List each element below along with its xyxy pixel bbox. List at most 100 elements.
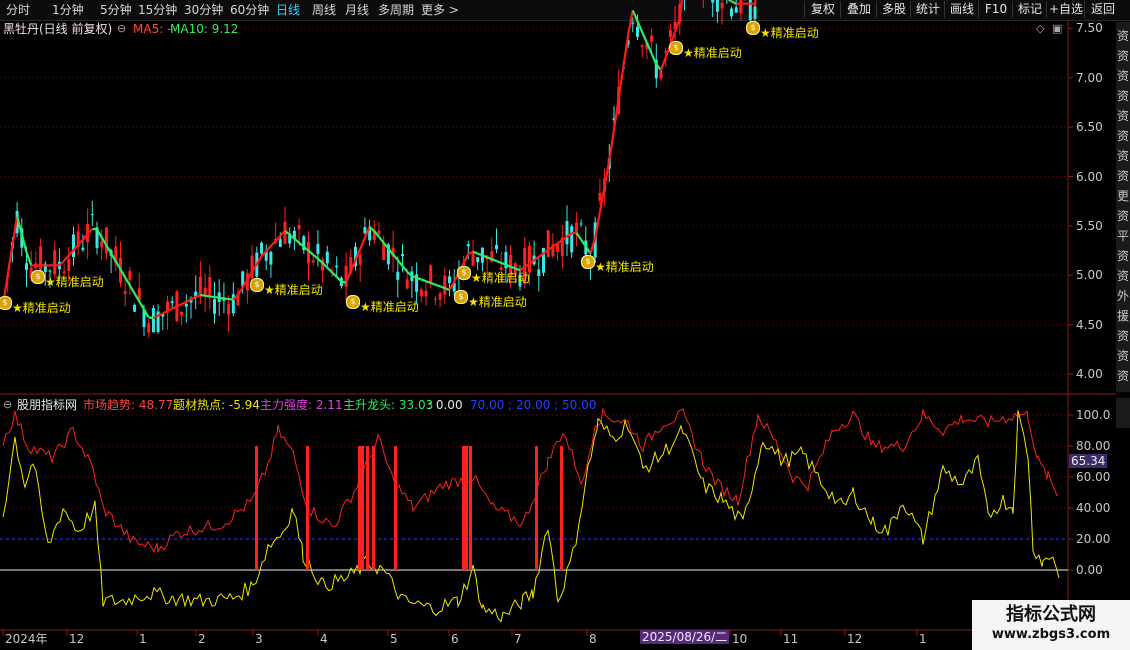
candle-body	[147, 323, 151, 333]
candle-body	[358, 254, 362, 265]
candle-body	[448, 276, 451, 284]
ma10-segment	[378, 236, 385, 244]
strength-bar	[465, 446, 468, 570]
candle-body	[62, 271, 66, 274]
theme-hot-line	[2, 410, 1060, 623]
ma10-segment	[237, 286, 244, 296]
ma10-segment	[6, 245, 14, 276]
strength-bar	[469, 446, 472, 570]
candle-body	[720, 2, 724, 9]
ma10-segment	[608, 129, 616, 161]
ma10-segment	[270, 240, 277, 247]
strength-bar	[394, 446, 397, 570]
indicator-trend-label: 市场趋势: 48.77	[83, 398, 174, 412]
signal-label: ★精准启动	[595, 260, 654, 275]
signal-label: ★精准启动	[683, 46, 742, 61]
candle-body	[429, 265, 433, 282]
candle-body	[311, 260, 315, 263]
signal-label: ★精准启动	[45, 275, 104, 290]
candle-body	[25, 263, 28, 270]
candle-body	[537, 269, 541, 277]
candle-body	[730, 8, 733, 17]
window-icon[interactable]: ▣	[1052, 22, 1062, 36]
candle-body	[419, 289, 423, 297]
candle-body	[715, 0, 719, 12]
candle-body	[570, 226, 574, 253]
kline-chart[interactable]	[0, 0, 1130, 650]
money-bag-icon: $	[454, 289, 468, 304]
strength-bar	[358, 446, 361, 570]
candle-body	[104, 227, 108, 254]
indicator-hot-label: 题材热点: -5.94	[173, 398, 260, 412]
candle-body	[433, 298, 437, 300]
watermark-url: www.zbgs3.com	[991, 627, 1111, 642]
signal-label: ★精准启动	[12, 300, 71, 315]
ma10-segment	[420, 278, 427, 283]
candle-body	[401, 253, 404, 257]
indicator-tick-label: 100.0	[1076, 408, 1111, 422]
ma10-segment	[219, 296, 225, 300]
ma10-segment	[631, 10, 639, 22]
stock-title: 黑牡丹(日线 前复权)	[3, 22, 113, 36]
candle-body	[650, 35, 654, 42]
candle-body	[151, 307, 155, 333]
ma10-segment	[148, 316, 154, 320]
candle-body	[53, 250, 57, 275]
ma10-segment	[641, 31, 648, 44]
strength-bar	[535, 446, 538, 570]
ma10-segment	[401, 265, 409, 273]
ma10-segment	[575, 232, 583, 241]
candle-body	[438, 293, 442, 300]
indicator-tick-label: 80.00	[1076, 439, 1111, 453]
signal-label: ★精准启动	[468, 294, 527, 309]
candle-body	[640, 45, 644, 47]
candle-body	[598, 193, 602, 201]
watermark-title: 指标公式网	[1006, 604, 1096, 625]
ma10-segment	[312, 253, 319, 260]
diamond-icon[interactable]: ◇	[1036, 22, 1044, 36]
candle-body	[405, 279, 409, 289]
money-bag-icon: $	[250, 278, 264, 293]
ma10-segment	[331, 271, 338, 278]
ma10-segment	[396, 259, 404, 267]
candle-body	[659, 70, 663, 79]
date-tick-label: 11	[783, 632, 799, 646]
signal-label: ★精准启动	[360, 299, 419, 314]
ma10-segment	[650, 53, 658, 65]
strength-bar	[372, 446, 375, 570]
money-bag-icon: $	[457, 266, 471, 281]
ma10-segment	[359, 237, 366, 250]
ma10-segment	[430, 281, 436, 286]
strength-bar	[366, 446, 369, 570]
candle-body	[297, 225, 301, 230]
ma10-segment	[265, 245, 272, 252]
candle-body	[443, 275, 447, 295]
candle-body	[466, 244, 470, 247]
collapse-icon[interactable]: ⊖	[117, 22, 126, 36]
indicator-zero-label: : 0.00	[428, 398, 463, 412]
ma10-segment	[617, 66, 625, 99]
date-tick-label: 12	[847, 632, 863, 646]
ma10-segment	[214, 295, 220, 299]
date-tick-label: 2	[198, 632, 206, 646]
candle-body	[556, 244, 560, 252]
ma10-segment	[181, 300, 187, 306]
candle-body	[81, 247, 85, 250]
ma10-segment	[603, 160, 611, 187]
candle-body	[72, 234, 75, 258]
money-bag-icon: $	[0, 295, 12, 310]
candle-body	[133, 304, 137, 312]
candle-body	[631, 22, 635, 24]
ma10-segment	[659, 56, 667, 71]
date-tick-label: 10	[732, 632, 748, 646]
money-bag-icon: $	[31, 270, 45, 285]
indicator-collapse-icon[interactable]: ⊖	[3, 398, 12, 412]
price-tick-label: 5.50	[1076, 218, 1103, 233]
candle-body	[213, 299, 216, 314]
indicator-tick-label: 60.00	[1076, 470, 1111, 484]
candle-body	[100, 241, 104, 248]
price-tick-label: 5.00	[1076, 268, 1103, 283]
candle-body	[471, 253, 475, 266]
date-tick-label: 6	[451, 632, 459, 646]
candle-body	[269, 251, 273, 265]
